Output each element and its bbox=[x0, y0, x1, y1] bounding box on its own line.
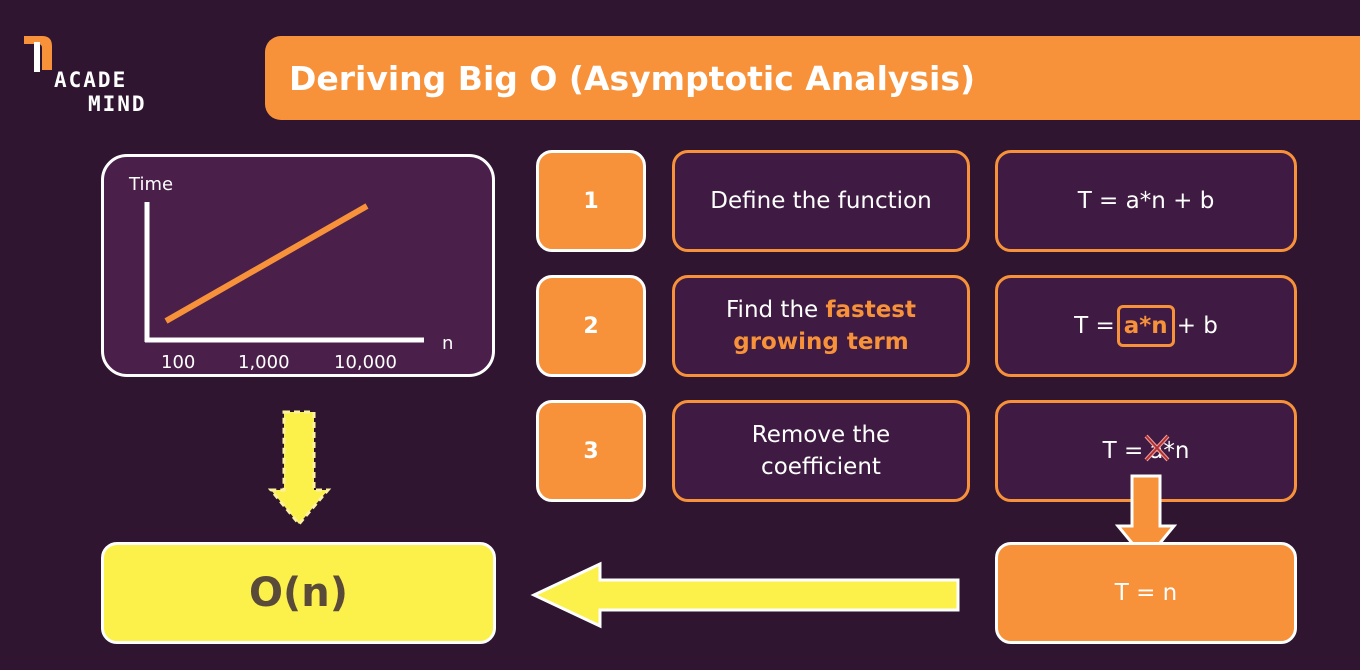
logo-text-line2: MIND bbox=[88, 92, 147, 116]
formula-left: T = bbox=[1102, 438, 1144, 464]
simplified-result: T = n bbox=[1114, 580, 1178, 606]
left-arrow-icon bbox=[530, 561, 960, 629]
step-text: Remove the coefficient bbox=[752, 419, 890, 483]
simplified-result-box: T = n bbox=[995, 542, 1297, 644]
cross-out-icon bbox=[1144, 434, 1170, 462]
title-bar: Deriving Big O (Asymptotic Analysis) bbox=[265, 36, 1360, 120]
step-number-label: 3 bbox=[583, 438, 599, 464]
step-text-line2: coefficient bbox=[761, 454, 881, 480]
step-3-description: Remove the coefficient bbox=[672, 400, 970, 502]
step-2-description: Find the fastest growing term bbox=[672, 275, 970, 377]
formula-left: T = bbox=[1074, 313, 1115, 339]
step-text-line1: Remove the bbox=[751, 422, 891, 448]
formula-right: + b bbox=[1176, 313, 1218, 339]
step-2-number: 2 bbox=[536, 275, 646, 377]
graph-panel: Time n 100 1,000 10,000 bbox=[101, 154, 495, 377]
step-number-label: 2 bbox=[583, 313, 599, 339]
step-1-number: 1 bbox=[536, 150, 646, 252]
step-number-label: 1 bbox=[583, 188, 599, 214]
step-text-plain: Find the bbox=[726, 297, 819, 323]
x-axis-label: n bbox=[442, 333, 453, 354]
formula-text: T = a*n + b bbox=[1077, 188, 1215, 214]
step-text-highlight: growing term bbox=[733, 329, 909, 355]
big-o-result-box: O(n) bbox=[101, 542, 496, 644]
growth-line bbox=[164, 203, 369, 324]
down-arrow-dashed-icon bbox=[268, 410, 332, 527]
x-tick-1000: 1,000 bbox=[238, 352, 290, 373]
step-1-formula: T = a*n + b bbox=[995, 150, 1297, 252]
academind-logo: ACADE MIND bbox=[22, 34, 172, 124]
struck-coefficient: a bbox=[1144, 434, 1170, 467]
y-axis-label: Time bbox=[128, 174, 173, 195]
big-o-notation: O(n) bbox=[248, 570, 349, 616]
step-1-description: Define the function bbox=[672, 150, 970, 252]
step-text-highlight: fastest bbox=[825, 297, 917, 323]
x-tick-10000: 10,000 bbox=[334, 352, 397, 373]
step-text: Define the function bbox=[710, 188, 932, 214]
x-tick-100: 100 bbox=[161, 352, 195, 373]
highlighted-term: a*n bbox=[1116, 305, 1175, 347]
step-text: Find the fastest growing term bbox=[726, 294, 916, 358]
step-3-number: 3 bbox=[536, 400, 646, 502]
linear-growth-graph: Time n 100 1,000 10,000 bbox=[128, 174, 453, 373]
page-title: Deriving Big O (Asymptotic Analysis) bbox=[289, 58, 976, 98]
step-2-formula: T = a*n + b bbox=[995, 275, 1297, 377]
logo-text-line1: ACADE bbox=[54, 68, 128, 92]
